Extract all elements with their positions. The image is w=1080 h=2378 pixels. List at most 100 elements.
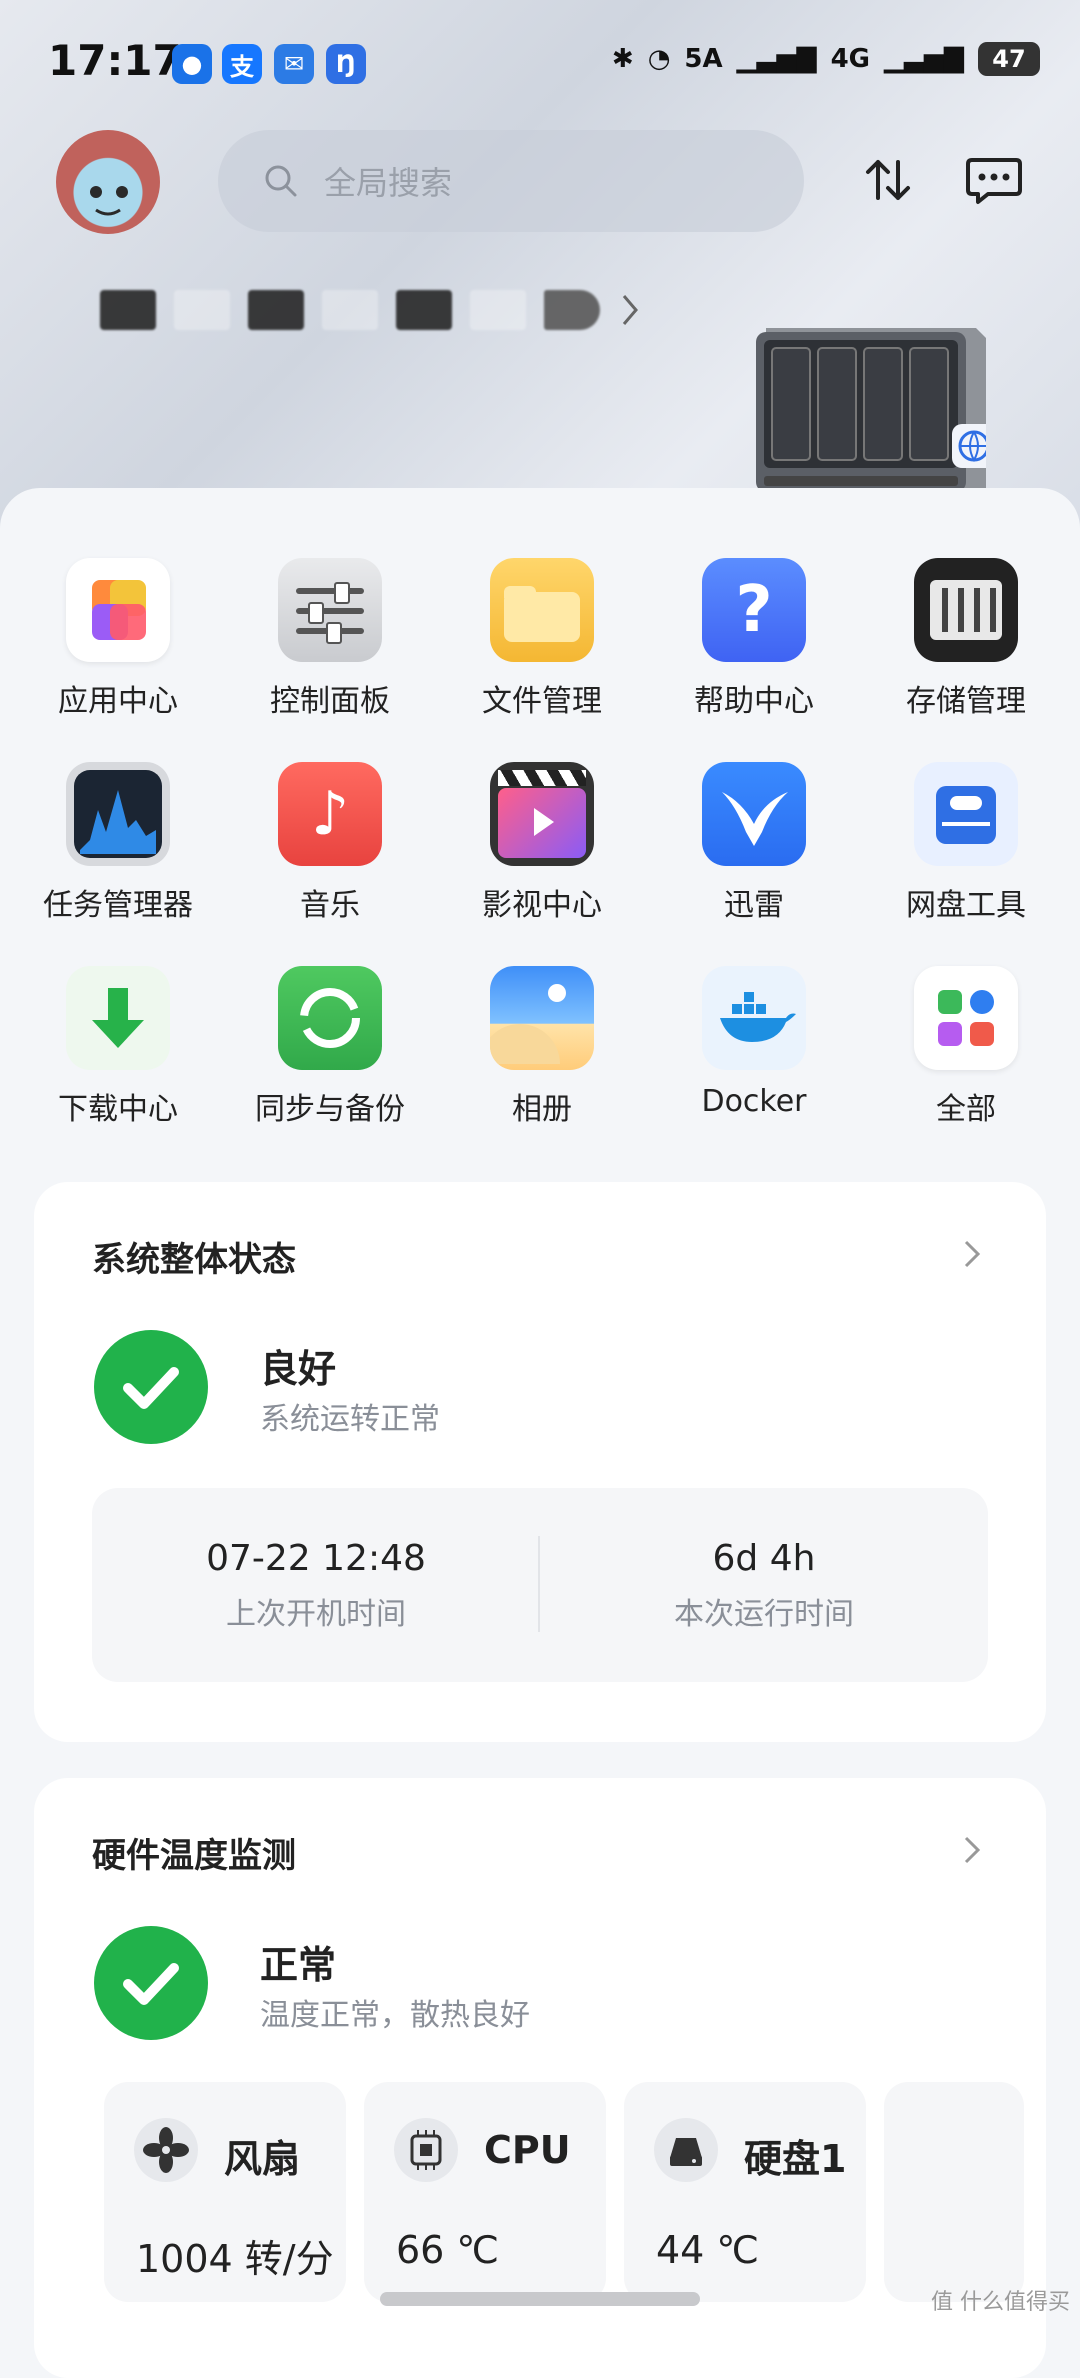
redacted-text	[470, 290, 526, 330]
app-item-docker[interactable]: Docker	[648, 966, 860, 1119]
search-placeholder: 全局搜索	[324, 164, 453, 202]
help-icon: ?	[702, 558, 806, 662]
boot-time-label: 上次开机时间	[226, 1597, 406, 1632]
sensor-card-cpu[interactable]: CPU 66 ℃	[364, 2082, 606, 2302]
uptime-block: 6d 4h 本次运行时间	[540, 1538, 988, 1633]
redacted-text	[396, 290, 452, 330]
app-label: 帮助中心	[694, 684, 814, 719]
app-item-storage[interactable]: 存储管理	[860, 558, 1072, 720]
message-icon[interactable]	[964, 150, 1024, 210]
app-label: 影视中心	[482, 888, 602, 923]
sensor-card-fan[interactable]: 风扇 1004 转/分	[104, 2082, 346, 2302]
uptime-panel: 07-22 12:48 上次开机时间 6d 4h 本次运行时间	[92, 1488, 988, 1682]
app-label: 同步与备份	[255, 1092, 405, 1127]
cloud-drive-icon	[914, 762, 1018, 866]
signal-5a-label: 5A	[684, 44, 723, 74]
download-icon	[66, 966, 170, 1070]
sensor-name: 硬盘1	[744, 2137, 847, 2181]
transfer-icon[interactable]	[858, 150, 918, 210]
app-label: 存储管理	[906, 684, 1026, 719]
task-manager-icon	[66, 762, 170, 866]
redacted-text	[100, 290, 156, 330]
uptime-value: 6d 4h	[712, 1538, 816, 1579]
sensor-card-partial[interactable]	[884, 2082, 1024, 2302]
system-indicators: ✱ ◔ 5A ▁▃▅▇ 4G ▁▃▅▇ 47	[612, 42, 1040, 76]
system-status-title: 系统整体状态	[92, 1240, 296, 1280]
chevron-right-icon[interactable]	[958, 1832, 986, 1868]
app-center-icon	[66, 558, 170, 662]
battery-icon: 47	[978, 42, 1040, 76]
app-label: 全部	[936, 1092, 996, 1127]
sensor-value: 66 ℃	[396, 2228, 500, 2272]
notification-app-icon: ●	[172, 44, 212, 84]
system-status-card[interactable]: 系统整体状态 良好 系统运转正常 07-22 12:48 上次开机时间 6d 4…	[34, 1182, 1046, 1742]
notification-app-icon-2: Ŋ	[326, 44, 366, 84]
app-label: 网盘工具	[906, 888, 1026, 923]
boot-time-value: 07-22 12:48	[206, 1538, 426, 1579]
control-panel-icon	[278, 558, 382, 662]
app-label: 任务管理器	[43, 888, 193, 923]
docker-icon	[702, 966, 806, 1070]
alipay-icon: 支	[222, 44, 262, 84]
avatar[interactable]	[56, 130, 160, 234]
redacted-text	[174, 290, 230, 330]
home-indicator[interactable]	[380, 2292, 700, 2306]
temp-state-desc: 温度正常，散热良好	[260, 1998, 530, 2033]
all-apps-icon	[914, 966, 1018, 1070]
storage-icon	[914, 558, 1018, 662]
status-ok-icon	[94, 1330, 208, 1444]
app-label: 控制面板	[270, 684, 390, 719]
folder-icon	[490, 558, 594, 662]
signal-icon: ▁▃▅▇	[736, 44, 817, 74]
photos-icon	[490, 966, 594, 1070]
mail-icon: ✉	[274, 44, 314, 84]
app-item-task-manager[interactable]: 任务管理器	[12, 762, 224, 924]
avatar-face-icon	[90, 186, 128, 216]
app-item-control-panel[interactable]: 控制面板	[224, 558, 436, 720]
signal-4g-label: 4G	[830, 44, 871, 74]
video-icon	[490, 762, 594, 866]
app-item-music[interactable]: ♪ 音乐	[224, 762, 436, 924]
app-item-cloud-drive[interactable]: 网盘工具	[860, 762, 1072, 924]
app-item-xunlei[interactable]: 迅雷	[648, 762, 860, 924]
system-state-desc: 系统运转正常	[260, 1402, 440, 1437]
app-item-sync-backup[interactable]: 同步与备份	[224, 966, 436, 1128]
app-label: 迅雷	[724, 888, 784, 923]
app-label: 相册	[512, 1092, 572, 1127]
main-sheet: 应用中心 控制面板 文件管理 ? 帮助中心 存储管理 任务管理器 ♪ 音乐 影视…	[0, 488, 1080, 2378]
hardware-temp-card[interactable]: 硬件温度监测 正常 温度正常，散热良好 风扇 1004 转/分 CPU 66 ℃…	[34, 1778, 1046, 2378]
app-label: 音乐	[300, 888, 360, 923]
nas-device-image	[756, 328, 986, 492]
hardware-temp-title: 硬件温度监测	[92, 1836, 296, 1876]
app-label: 文件管理	[482, 684, 602, 719]
bluetooth-icon: ✱	[611, 44, 634, 74]
chevron-right-icon	[622, 295, 638, 325]
sync-icon	[278, 966, 382, 1070]
sensor-value: 1004 转/分	[136, 2237, 334, 2281]
temp-ok-icon	[94, 1926, 208, 2040]
sensor-name: 风扇	[224, 2137, 301, 2181]
app-item-photos[interactable]: 相册	[436, 966, 648, 1128]
sensor-card-disk1[interactable]: 硬盘1 44 ℃	[624, 2082, 866, 2302]
app-item-app-center[interactable]: 应用中心	[12, 558, 224, 720]
app-item-video-center[interactable]: 影视中心	[436, 762, 648, 924]
music-icon: ♪	[278, 762, 382, 866]
watermark: 值 什么值得买	[931, 2290, 1070, 2315]
chevron-right-icon[interactable]	[958, 1236, 986, 1272]
app-item-help-center[interactable]: ? 帮助中心	[648, 558, 860, 720]
disk-icon	[654, 2118, 718, 2182]
boot-time-block: 07-22 12:48 上次开机时间	[92, 1538, 540, 1633]
app-item-download-center[interactable]: 下载中心	[12, 966, 224, 1128]
app-label: Docker	[701, 1084, 807, 1119]
search-input[interactable]: 全局搜索	[218, 130, 804, 232]
device-name[interactable]	[100, 290, 642, 330]
redacted-text	[248, 290, 304, 330]
search-icon	[265, 165, 297, 197]
app-item-all[interactable]: 全部	[860, 966, 1072, 1128]
xunlei-icon	[702, 762, 806, 866]
signal-icon-2: ▁▃▅▇	[884, 44, 964, 74]
sensor-value: 44 ℃	[656, 2228, 760, 2272]
redacted-text	[544, 290, 600, 330]
app-item-file-manager[interactable]: 文件管理	[436, 558, 648, 720]
uptime-label: 本次运行时间	[674, 1597, 854, 1632]
